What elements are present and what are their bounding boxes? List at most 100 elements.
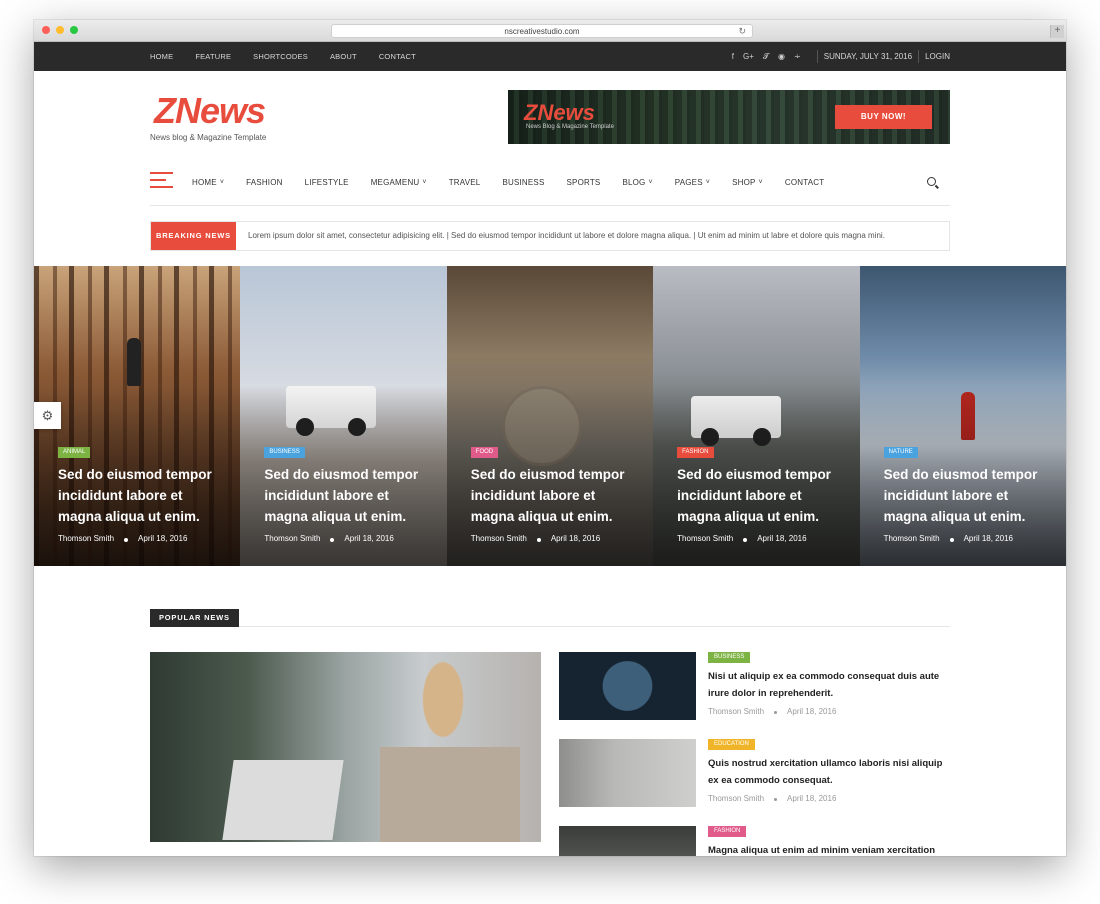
date: April 18, 2016 [963,534,1013,543]
author[interactable]: Thomson Smith [677,534,733,543]
category-badge[interactable]: FOOD [470,447,499,458]
slide-title[interactable]: Sed do eiusmod tempor incididunt labore … [884,464,1054,527]
breaking-news-label: BREAKING NEWS [151,222,236,250]
mainnav-megamenu[interactable]: MEGAMENU [371,170,420,196]
author[interactable]: Thomson Smith [884,534,940,543]
chevron-down-icon: ˅ [705,179,711,186]
google-plus-icon[interactable]: G+ [743,42,754,71]
divider [918,50,920,63]
slide-card[interactable]: BUSINESS Sed do eiusmod tempor incididun… [240,266,447,566]
category-badge[interactable]: BUSINESS [264,447,305,458]
author[interactable]: Thomson Smith [471,534,527,543]
news-meta: Thomson Smith April 18, 2016 [708,794,836,803]
author[interactable]: Thomson Smith [58,534,114,543]
topnav-feature[interactable]: FEATURE [195,42,231,71]
list-item[interactable]: FASHION Magna aliqua ut enim ad minim ve… [559,826,950,856]
mainnav-business[interactable]: BUSINESS [502,170,544,196]
login-link[interactable]: LOGIN [925,42,950,71]
category-badge[interactable]: EDUCATION [708,739,755,750]
news-title[interactable]: Magna aliqua ut enim ad minim veniam xer… [708,842,950,856]
top-nav: HOME FEATURE SHORTCODES ABOUT CONTACT [150,42,416,71]
breaking-news-ticker: BREAKING NEWS Lorem ipsum dolor sit amet… [150,221,950,251]
breaking-news-text[interactable]: Lorem ipsum dolor sit amet, consectetur … [248,222,885,250]
author[interactable]: Thomson Smith [264,534,320,543]
mainnav-travel[interactable]: TRAVEL [449,170,481,196]
main-nav-items: HOME ˅ FASHION LIFESTYLE MEGAMENU ˅ TRAVEL BUSI… [192,170,824,196]
list-item[interactable]: EDUCATION Quis nostrud xercitation ullam… [559,739,950,826]
news-thumbnail[interactable] [559,826,696,856]
banner-logo: ZNews [524,100,595,125]
topnav-about[interactable]: ABOUT [330,42,357,71]
topnav-shortcodes[interactable]: SHORTCODES [253,42,308,71]
slide-meta: Thomson Smith April 18, 2016 [884,534,1013,543]
slide-title[interactable]: Sed do eiusmod tempor incididunt labore … [471,464,641,527]
slide-meta: Thomson Smith April 18, 2016 [471,534,600,543]
date: April 18, 2016 [757,534,807,543]
popular-news-label: POPULAR NEWS [150,609,239,627]
facebook-icon[interactable]: f [732,42,734,71]
pinterest-icon[interactable]: ◉ [778,42,785,71]
mainnav-pages[interactable]: PAGES [675,170,703,196]
category-badge[interactable]: FASHION [708,826,747,837]
slide-card[interactable]: FOOD Sed do eiusmod tempor incididunt la… [446,266,654,566]
slide-title[interactable]: Sed do eiusmod tempor incididunt labore … [58,464,228,527]
site-logo[interactable]: ZNews [154,90,266,132]
buy-now-button[interactable]: BUY NOW! [835,105,932,129]
rss-icon[interactable]: ∻ [794,42,801,71]
category-badge[interactable]: BUSINESS [708,652,751,663]
browser-window: nscreativestudio.com ↻ + HOME FEATURE SH… [34,20,1066,856]
category-badge[interactable]: FASHION [677,447,714,458]
top-bar: HOME FEATURE SHORTCODES ABOUT CONTACT f … [34,42,1066,71]
topnav-home[interactable]: HOME [150,42,173,71]
mainnav-contact[interactable]: CONTACT [785,170,824,196]
featured-slider: ANIMAL Sed do eiusmod tempor incididunt … [34,266,1066,566]
news-thumbnail[interactable] [559,652,696,720]
reload-icon[interactable]: ↻ [738,25,746,38]
author[interactable]: Thomson Smith [708,794,764,803]
mainnav-blog[interactable]: BLOG [622,170,645,196]
ad-banner[interactable]: ZNews News Blog & Magazine Template BUY … [508,90,950,144]
maximize-window-button[interactable] [70,26,78,34]
chevron-down-icon: ˅ [648,179,653,186]
settings-gear-icon[interactable]: ⚙ [34,402,61,429]
date: April 18, 2016 [344,534,394,543]
category-badge[interactable]: NATURE [883,447,918,458]
slide-meta: Thomson Smith April 18, 2016 [677,534,806,543]
slide-title[interactable]: Sed do eiusmod tempor incididunt labore … [264,464,434,527]
top-date: SUNDAY, JULY 31, 2016 [823,52,913,61]
date: April 18, 2016 [138,534,188,543]
slide-title[interactable]: Sed do eiusmod tempor incididunt labore … [677,464,847,527]
hamburger-menu-icon[interactable] [150,172,173,188]
slide-card[interactable]: ANIMAL Sed do eiusmod tempor incididunt … [34,266,241,566]
mainnav-home[interactable]: HOME [192,170,217,196]
address-bar[interactable]: nscreativestudio.com ↻ [331,24,753,38]
chevron-down-icon: ˅ [219,179,225,186]
mainnav-lifestyle[interactable]: LIFESTYLE [305,170,349,196]
slide-meta: Thomson Smith April 18, 2016 [58,534,187,543]
new-tab-button[interactable]: + [1050,25,1064,38]
mainnav-fashion[interactable]: FASHION [246,170,283,196]
mainnav-sports[interactable]: SPORTS [567,170,601,196]
category-badge[interactable]: ANIMAL [58,447,91,458]
browser-chrome: nscreativestudio.com ↻ + [34,20,1066,42]
slide-meta: Thomson Smith April 18, 2016 [264,534,393,543]
list-item[interactable]: BUSINESS Nisi ut aliquip ex ea commodo c… [559,652,950,739]
search-icon[interactable] [927,177,936,186]
news-title[interactable]: Nisi ut aliquip ex ea commodo consequat … [708,668,950,702]
featured-article-image[interactable] [150,652,541,842]
popular-news-list: BUSINESS Nisi ut aliquip ex ea commodo c… [559,652,950,856]
main-nav: HOME ˅ FASHION LIFESTYLE MEGAMENU ˅ TRAVEL BUSI… [150,170,950,206]
close-window-button[interactable] [42,26,50,34]
slide-card[interactable]: NATURE Sed do eiusmod tempor incididunt … [859,266,1066,566]
mainnav-shop[interactable]: SHOP [732,170,755,196]
twitter-icon[interactable]: 𝓣 [763,42,769,71]
news-title[interactable]: Quis nostrud xercitation ullamco laboris… [708,755,950,789]
news-meta: Thomson Smith April 18, 2016 [708,707,836,716]
window-controls [42,26,78,34]
author[interactable]: Thomson Smith [708,707,764,716]
topnav-contact[interactable]: CONTACT [379,42,416,71]
slide-card[interactable]: FASHION Sed do eiusmod tempor incididunt… [653,266,860,566]
news-thumbnail[interactable] [559,739,696,807]
minimize-window-button[interactable] [56,26,64,34]
chevron-down-icon: ˅ [758,179,763,186]
